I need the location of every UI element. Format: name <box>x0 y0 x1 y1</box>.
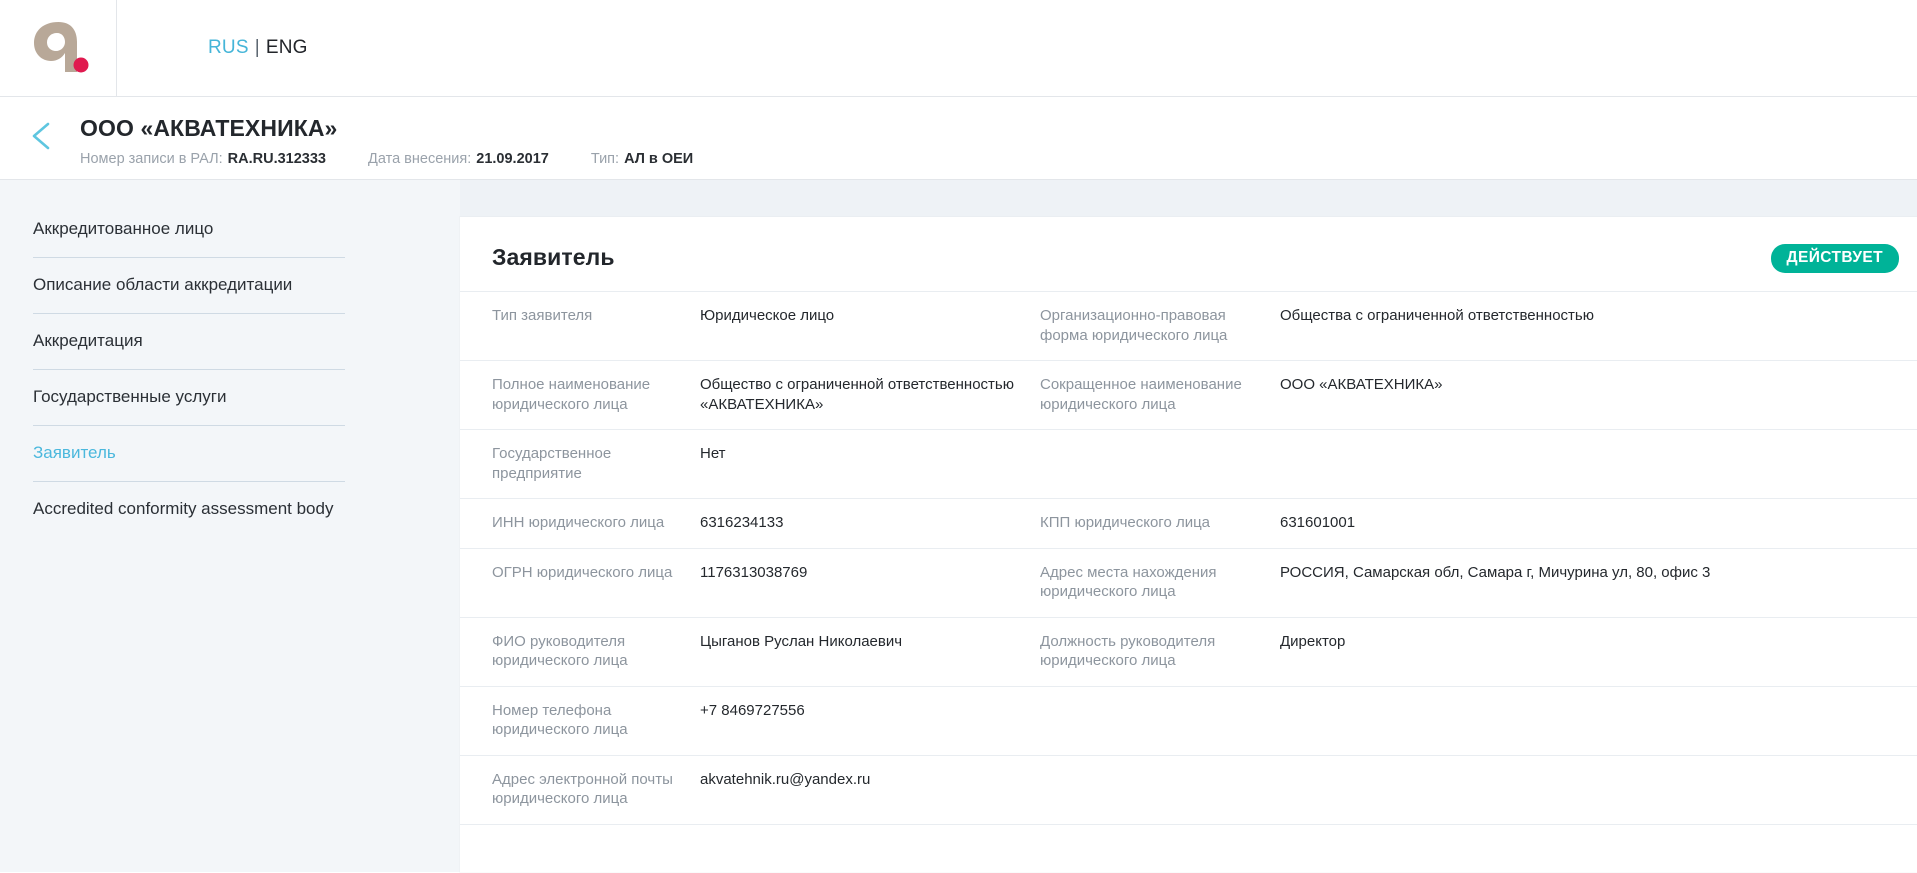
field-label: КПП юридического лица <box>1040 514 1211 531</box>
field-label: ОГРН юридического лица <box>492 563 673 581</box>
page-title: ООО «АКВАТЕХНИКА» <box>80 115 338 141</box>
field-label: Номер телефона юридического лица <box>492 701 628 739</box>
lang-eng-link[interactable]: ENG <box>266 37 308 59</box>
field-label: Тип заявителя <box>492 307 593 324</box>
meta-type: Тип: АЛ в ОЕИ <box>591 150 693 168</box>
meta-type-label: Тип: <box>590 151 620 167</box>
field-label: Адрес места нахождения юридического лица <box>1040 563 1217 601</box>
sidebar-item-accredited-conformity-assessment-body[interactable]: Accredited conformity assessment body <box>33 482 345 537</box>
sidebar-item-label: Заявитель <box>33 443 116 462</box>
sidebar-item-accreditation[interactable]: Аккредитация <box>33 314 345 370</box>
page-header: ООО «АКВАТЕХНИКА» Номер записи в РАЛ: RA.… <box>0 97 1917 180</box>
field-label: Сокращенное наименование юридического ли… <box>1040 376 1242 413</box>
sidebar-item-label: Accredited conformity assessment body <box>33 499 334 518</box>
field-label: Должность руководителя юридического лица <box>1040 632 1216 670</box>
field-value: Общество с ограниченной ответственностью… <box>700 376 1014 413</box>
meta-ral-number-label: Номер записи в РАЛ: <box>80 151 223 167</box>
main-column: Заявитель ДЕЙСТВУЕТ Тип заявителя Юридич… <box>460 180 1917 872</box>
field-value: Общества с ограниченной ответственностью <box>1280 307 1594 324</box>
sidebar-item-label: Аккредитация <box>33 331 143 350</box>
meta-date-value: 21.09.2017 <box>476 151 549 167</box>
sidebar-item-public-services[interactable]: Государственные услуги <box>33 370 345 426</box>
card-header: Заявитель ДЕЙСТВУЕТ <box>460 217 1917 291</box>
field-label: Полное наименование юридического лица <box>492 376 651 413</box>
sidebar-item-label: Аккредитованное лицо <box>33 219 214 238</box>
lang-rus-link[interactable]: RUS <box>208 37 249 59</box>
applicant-card: Заявитель ДЕЙСТВУЕТ Тип заявителя Юридич… <box>460 217 1917 872</box>
table-row: Полное наименование юридического лица Об… <box>460 360 1917 430</box>
field-value: ООО «АКВАТЕХНИКА» <box>1280 376 1443 393</box>
applicant-details-table: Тип заявителя Юридическое лицо Организац… <box>460 291 1917 825</box>
record-meta: Номер записи в РАЛ: RA.RU.312333 Дата вне… <box>80 150 1917 168</box>
field-value: +7 8469727556 <box>700 701 805 719</box>
field-value: 631601001 <box>1280 514 1356 531</box>
sidebar-item-accredited-person[interactable]: Аккредитованное лицо <box>33 202 345 258</box>
fsa-logo-icon <box>27 20 89 78</box>
field-label: Государственное предприятие <box>492 445 612 482</box>
language-switcher[interactable]: RUS | ENG <box>117 0 308 96</box>
field-value: Юридическое лицо <box>700 307 835 324</box>
sidebar-item-scope-description[interactable]: Описание области аккредитации <box>33 258 345 314</box>
field-label <box>1040 430 1280 499</box>
field-label <box>1040 755 1280 824</box>
meta-date: Дата внесения: 21.09.2017 <box>368 150 549 168</box>
table-row: ФИО руководителя юридического лица Цыган… <box>460 617 1917 686</box>
field-value: Директор <box>1280 632 1346 650</box>
field-value: akvatehnik.ru@yandex.ru <box>700 770 871 788</box>
table-row: Адрес электронной почты юридического лиц… <box>460 755 1917 824</box>
table-row: Государственное предприятие Нет <box>460 429 1917 499</box>
status-badge: ДЕЙСТВУЕТ <box>1770 244 1899 273</box>
field-value: 1176313038769 <box>700 563 808 581</box>
chevron-left-icon[interactable] <box>26 119 60 153</box>
logo-container[interactable] <box>0 0 117 97</box>
top-bar: RUS | ENG <box>0 0 1917 97</box>
field-value: Цыганов Руслан Николаевич <box>700 632 903 650</box>
meta-type-value: АЛ в ОЕИ <box>624 151 694 167</box>
lang-separator: | <box>254 37 260 58</box>
table-row: Номер телефона юридического лица +7 8469… <box>460 686 1917 755</box>
field-label: ИНН юридического лица <box>492 514 665 531</box>
table-row: ОГРН юридического лица 1176313038769 Адр… <box>460 548 1917 617</box>
field-value: Нет <box>700 445 726 462</box>
field-value <box>1280 755 1917 824</box>
field-label: Организационно-правовая форма юридическо… <box>1040 307 1228 344</box>
table-bottom-border <box>460 824 1917 825</box>
field-value: РОССИЯ, Самарская обл, Самара г, Мичурин… <box>1280 563 1711 581</box>
meta-ral-number: Номер записи в РАЛ: RA.RU.312333 <box>80 150 326 168</box>
page-body: Аккредитованное лицо Описание области ак… <box>0 180 1917 872</box>
table-row: Тип заявителя Юридическое лицо Организац… <box>460 291 1917 361</box>
sidebar-item-label: Описание области аккредитации <box>33 275 293 294</box>
field-label <box>1040 686 1280 755</box>
meta-date-label: Дата внесения: <box>368 151 472 167</box>
table-row: ИНН юридического лица 6316234133 КПП юри… <box>460 498 1917 549</box>
field-value <box>1280 430 1917 499</box>
sidebar-item-label: Государственные услуги <box>33 387 227 406</box>
field-label: ФИО руководителя юридического лица <box>492 632 628 670</box>
field-value: 6316234133 <box>700 514 784 531</box>
sidebar-nav: Аккредитованное лицо Описание области ак… <box>0 180 460 872</box>
meta-ral-number-value: RA.RU.312333 <box>227 151 326 167</box>
sidebar-item-applicant[interactable]: Заявитель <box>33 426 345 482</box>
field-value <box>1280 686 1917 755</box>
field-label: Адрес электронной почты юридического лиц… <box>492 770 673 808</box>
card-title: Заявитель <box>492 244 615 270</box>
